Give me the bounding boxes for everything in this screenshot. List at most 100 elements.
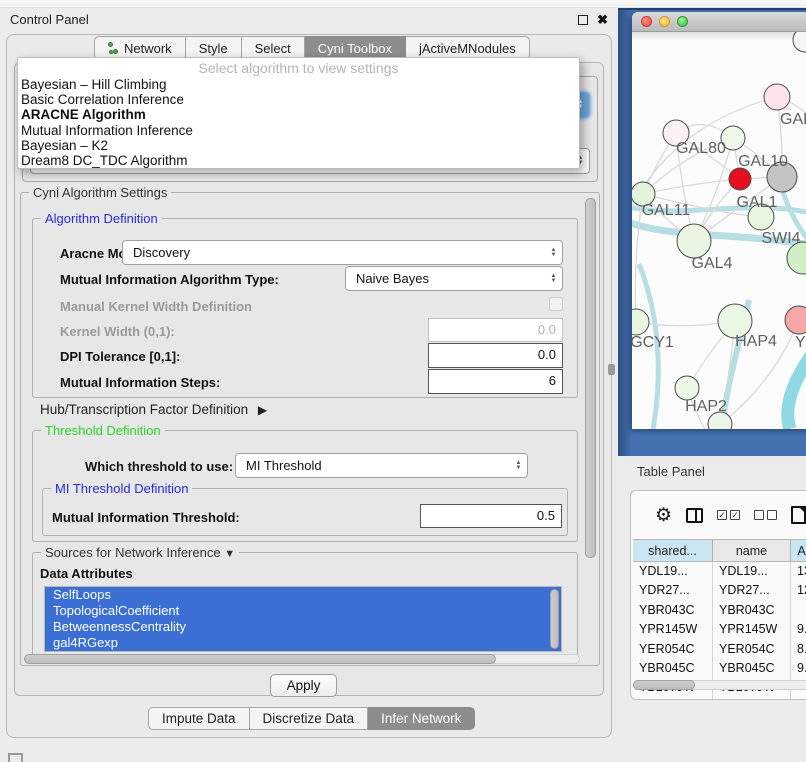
cell-shared-name[interactable]: YBR043C [633,601,713,620]
cell-name[interactable]: YBR043C [713,601,791,620]
network-node-label: GAL [780,111,806,128]
attribute-item-selected[interactable]: BetweennessCentrality [45,619,561,635]
cell-value[interactable]: 12 [791,581,806,600]
tab-infer-network[interactable]: Infer Network [368,707,475,730]
apply-button[interactable]: Apply [270,674,337,697]
network-node[interactable] [632,309,649,335]
network-view-window[interactable]: GAL GAL80 GAL10 GAL1 GAL11 SWI4 GAL4 GCY… [632,12,806,429]
network-node[interactable] [675,376,699,400]
column-header-name[interactable]: name [713,540,791,561]
restore-panel-icon[interactable] [8,753,23,762]
table-panel-card: ⚙ ✓✓ shared... name A YDL19... YDL19... … [630,490,806,700]
close-icon[interactable]: ✖ [597,13,608,26]
hub-definition-label: Hub/Transcription Factor Definition [40,402,248,417]
tab-impute-data[interactable]: Impute Data [148,707,250,730]
cell-shared-name[interactable]: YPR145W [633,620,713,639]
network-canvas[interactable]: GAL GAL80 GAL10 GAL1 GAL11 SWI4 GAL4 GCY… [632,32,806,429]
column-header-shared-name[interactable]: shared... [633,540,713,561]
tab-infer-network-label: Infer Network [381,711,461,726]
network-node[interactable] [764,84,790,110]
float-window-icon[interactable] [578,15,588,25]
table-row[interactable]: YBR045C YBR045C 9. [633,659,806,678]
network-window-titlebar[interactable] [632,12,806,32]
cell-name[interactable]: YER054C [713,640,791,659]
minimize-traffic-light-icon[interactable] [659,16,670,27]
cell-shared-name[interactable]: YBR045C [633,659,713,678]
dropdown-item[interactable]: Basic Correlation Inference [18,92,579,107]
table-row[interactable]: YDR27... YDR27... 12 [633,581,806,600]
column-header-clipped[interactable]: A [791,540,806,561]
dropdown-item[interactable]: Bayesian – K2 [18,138,579,153]
network-node[interactable] [677,224,711,258]
attributes-list-scrollbar[interactable] [550,589,559,649]
cell-name[interactable]: YPR145W [713,620,791,639]
attribute-item-selected[interactable]: TopologicalCoefficient [45,603,561,619]
sources-group-title[interactable]: Sources for Network Inference ▼ [41,545,239,560]
table-toolbar: ⚙ ✓✓ [631,491,806,539]
which-threshold-combo[interactable]: MI Threshold ▲▼ [235,453,528,478]
network-node-label: GAL4 [692,255,733,272]
network-node-label: GAL10 [738,153,788,170]
table-row[interactable]: YPR145W YPR145W 9. [633,620,806,639]
table-row[interactable]: YDL19... YDL19... 13 [633,562,806,581]
cell-value[interactable]: 8. [791,640,806,659]
mi-type-combo[interactable]: Naive Bayes ▲▼ [345,266,563,291]
cell-value[interactable] [791,601,806,620]
panel-divider-handle[interactable] [608,364,615,375]
table-row[interactable]: YER054C YER054C 8. [633,640,806,659]
teal-edges [632,192,806,429]
cell-shared-name[interactable]: YLR345W [633,698,713,700]
tab-discretize-data[interactable]: Discretize Data [250,707,369,730]
deselect-all-icon[interactable] [754,510,777,520]
settings-vertical-scrollbar[interactable] [585,198,596,558]
split-columns-icon[interactable] [686,508,703,523]
close-traffic-light-icon[interactable] [641,16,652,27]
top-strip [0,0,806,8]
cell-shared-name[interactable]: YER054C [633,640,713,659]
hub-definition-toggle[interactable]: Hub/Transcription Factor Definition ▶ [40,402,267,417]
network-node-label: GAL1 [737,194,778,211]
dpi-tolerance-label: DPI Tolerance [0,1]: [60,349,180,364]
mi-steps-field[interactable]: 6 [428,369,563,394]
dropdown-item[interactable]: Mutual Information Inference [18,123,579,138]
cell-value[interactable]: 9. [791,698,806,700]
data-attributes-list[interactable]: SelfLoops TopologicalCoefficient Between… [44,586,562,652]
network-node[interactable] [793,32,806,52]
aracne-mode-combo[interactable]: Discovery ▲▼ [122,240,563,265]
zoom-traffic-light-icon[interactable] [677,16,688,27]
cell-value[interactable]: 9. [791,659,806,678]
attribute-item-selected[interactable]: gal4RGexp [45,635,561,651]
cell-name[interactable]: YLR345W [713,698,791,700]
table-row[interactable]: YLR345W YLR345W 9. [633,698,806,700]
sources-group-title-text: Sources for Network Inference [45,545,221,560]
dropdown-item-highlighted[interactable]: ARACNE Algorithm [18,107,579,122]
algorithm-dropdown-popup: Select algorithm to view settings Bayesi… [17,57,580,169]
cell-shared-name[interactable]: YDR27... [633,581,713,600]
cell-name[interactable]: YDR27... [713,581,791,600]
table-hscroll-thumb[interactable] [633,680,695,690]
table-row[interactable]: YBR043C YBR043C [633,601,806,620]
bottom-tabbar: Impute Data Discretize Data Infer Networ… [148,707,475,730]
settings-hscroll-thumb[interactable] [24,654,496,664]
gear-icon[interactable]: ⚙ [655,506,672,525]
attribute-item-selected[interactable]: SelfLoops [45,587,561,603]
function-builder-icon[interactable] [791,506,806,524]
cell-name[interactable]: YBR045C [713,659,791,678]
dropdown-item[interactable]: Bayesian – Hill Climbing [18,77,579,92]
manual-kernel-checkbox[interactable] [549,297,563,311]
mi-threshold-label: Mutual Information Threshold: [52,510,240,525]
select-all-icon[interactable]: ✓✓ [717,510,740,520]
control-panel-titlebar: Control Panel ✖ [0,8,618,31]
dropdown-item[interactable]: Dream8 DC_TDC Algorithm [18,153,579,168]
cell-value[interactable]: 13 [791,562,806,581]
combo-stepper-icon: ▲▼ [510,461,527,471]
dpi-tolerance-field[interactable]: 0.0 [428,343,563,368]
kernel-width-label: Kernel Width (0,1): [60,324,175,339]
cell-name[interactable]: YDL19... [713,562,791,581]
network-node-red[interactable] [729,168,751,190]
network-node[interactable] [785,306,806,334]
table-header-row: shared... name A [633,539,806,562]
cell-shared-name[interactable]: YDL19... [633,562,713,581]
cell-value[interactable]: 9. [791,620,806,639]
mi-threshold-field[interactable]: 0.5 [420,504,562,528]
